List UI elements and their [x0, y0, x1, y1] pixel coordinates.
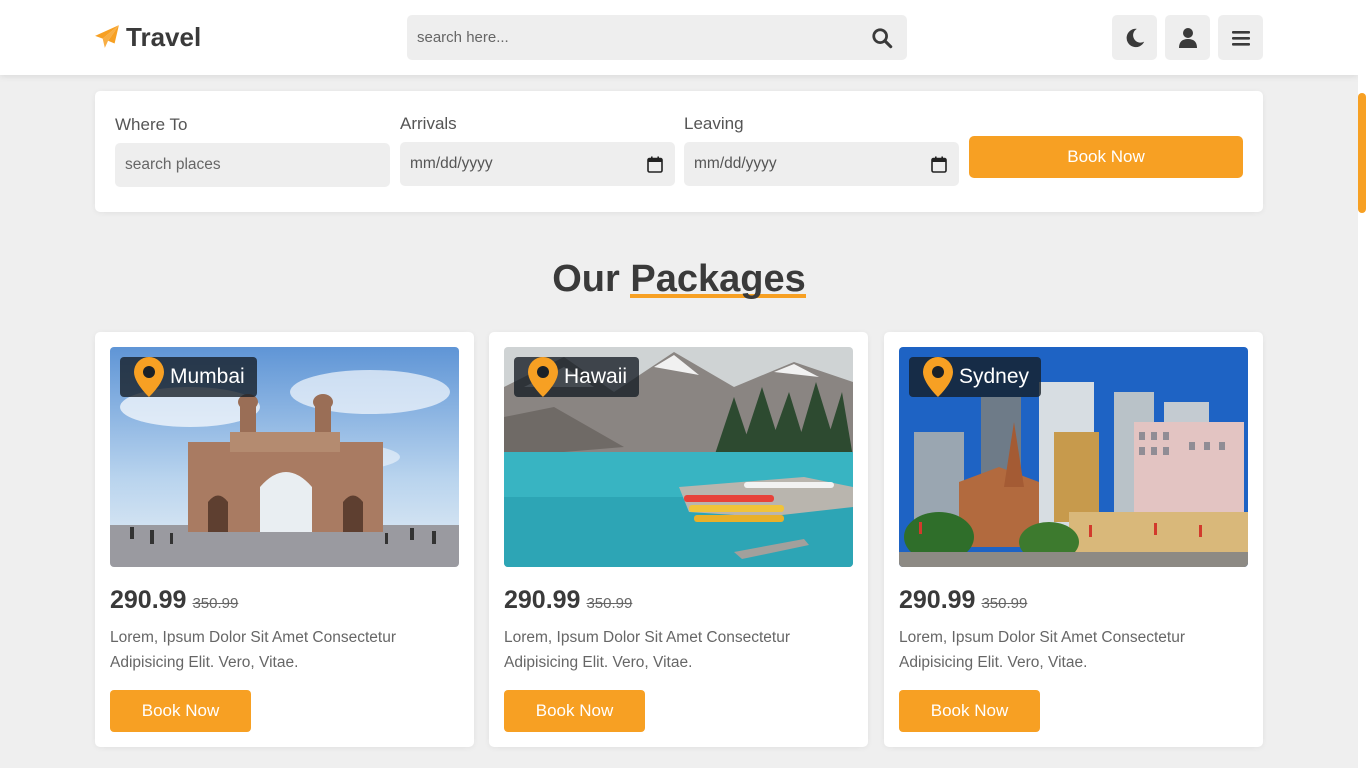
- map-marker-icon: [528, 357, 558, 397]
- location-name: Hawaii: [564, 365, 628, 388]
- paper-plane-icon: [95, 25, 119, 48]
- where-to-input[interactable]: search places: [115, 143, 390, 187]
- booking-form: Where To search places Arrivals mm/dd/yy…: [95, 91, 1263, 212]
- book-now-button[interactable]: Book Now: [110, 690, 251, 732]
- location-name: Mumbai: [170, 365, 245, 388]
- book-now-button[interactable]: Book Now: [899, 690, 1040, 732]
- location-name: Sydney: [959, 365, 1030, 388]
- package-card: Hawaii 290.99 350.99 Lorem, Ipsum Dolor …: [489, 332, 868, 747]
- price: 290.99: [899, 586, 976, 614]
- menu-button[interactable]: [1218, 15, 1263, 60]
- package-card: Sydney 290.99 350.99 Lorem, Ipsum Dolor …: [884, 332, 1263, 747]
- package-description: Lorem, Ipsum Dolor Sit Amet Consectetur …: [899, 629, 1186, 671]
- location-tag: Hawaii: [514, 357, 640, 397]
- where-to-label: Where To: [115, 115, 188, 134]
- old-price: 350.99: [586, 595, 633, 612]
- scrollbar-thumb[interactable]: [1358, 93, 1366, 213]
- moon-icon: [1126, 28, 1144, 47]
- theme-toggle-button[interactable]: [1112, 15, 1157, 60]
- price-row: 290.99 350.99: [110, 586, 238, 615]
- price: 290.99: [110, 586, 187, 614]
- package-image: Hawaii: [504, 347, 853, 567]
- book-now-button[interactable]: Book Now: [504, 690, 645, 732]
- leaving-date-value: mm/dd/yyyy: [694, 155, 777, 172]
- menu-icon: [1231, 30, 1250, 46]
- package-image: Sydney: [899, 347, 1248, 567]
- package-description: Lorem, Ipsum Dolor Sit Amet Consectetur …: [110, 629, 397, 671]
- calendar-icon[interactable]: [647, 156, 663, 173]
- old-price: 350.99: [192, 595, 239, 612]
- book-now-button[interactable]: Book Now: [969, 136, 1243, 178]
- section-title: Our Packages: [0, 258, 1358, 301]
- where-to-placeholder: search places: [125, 156, 221, 173]
- map-marker-icon: [923, 357, 953, 397]
- package-image: Mumbai: [110, 347, 459, 567]
- brand-name: Travel: [126, 21, 202, 52]
- arrivals-date-input[interactable]: mm/dd/yyyy: [400, 142, 675, 186]
- logo[interactable]: Travel: [94, 22, 201, 52]
- arrivals-label: Arrivals: [400, 114, 457, 133]
- map-marker-icon: [134, 357, 164, 397]
- search-bar: [407, 15, 907, 60]
- arrivals-date-value: mm/dd/yyyy: [410, 155, 493, 172]
- location-tag: Sydney: [909, 357, 1042, 397]
- section-title-accent: Packages: [630, 258, 807, 300]
- search-icon[interactable]: [857, 27, 907, 49]
- calendar-icon[interactable]: [931, 156, 947, 173]
- user-button[interactable]: [1165, 15, 1210, 60]
- price-row: 290.99 350.99: [504, 586, 632, 615]
- user-icon: [1178, 27, 1197, 48]
- header: Travel: [0, 0, 1358, 75]
- price-row: 290.99 350.99: [899, 586, 1027, 615]
- leaving-label: Leaving: [684, 114, 744, 133]
- search-input[interactable]: [407, 15, 857, 60]
- old-price: 350.99: [981, 595, 1028, 612]
- package-description: Lorem, Ipsum Dolor Sit Amet Consectetur …: [504, 629, 791, 671]
- package-card: Mumbai 290.99 350.99 Lorem, Ipsum Dolor …: [95, 332, 474, 747]
- price: 290.99: [504, 586, 581, 614]
- section-title-plain: Our: [552, 258, 620, 300]
- location-tag: Mumbai: [120, 357, 257, 397]
- leaving-date-input[interactable]: mm/dd/yyyy: [684, 142, 959, 186]
